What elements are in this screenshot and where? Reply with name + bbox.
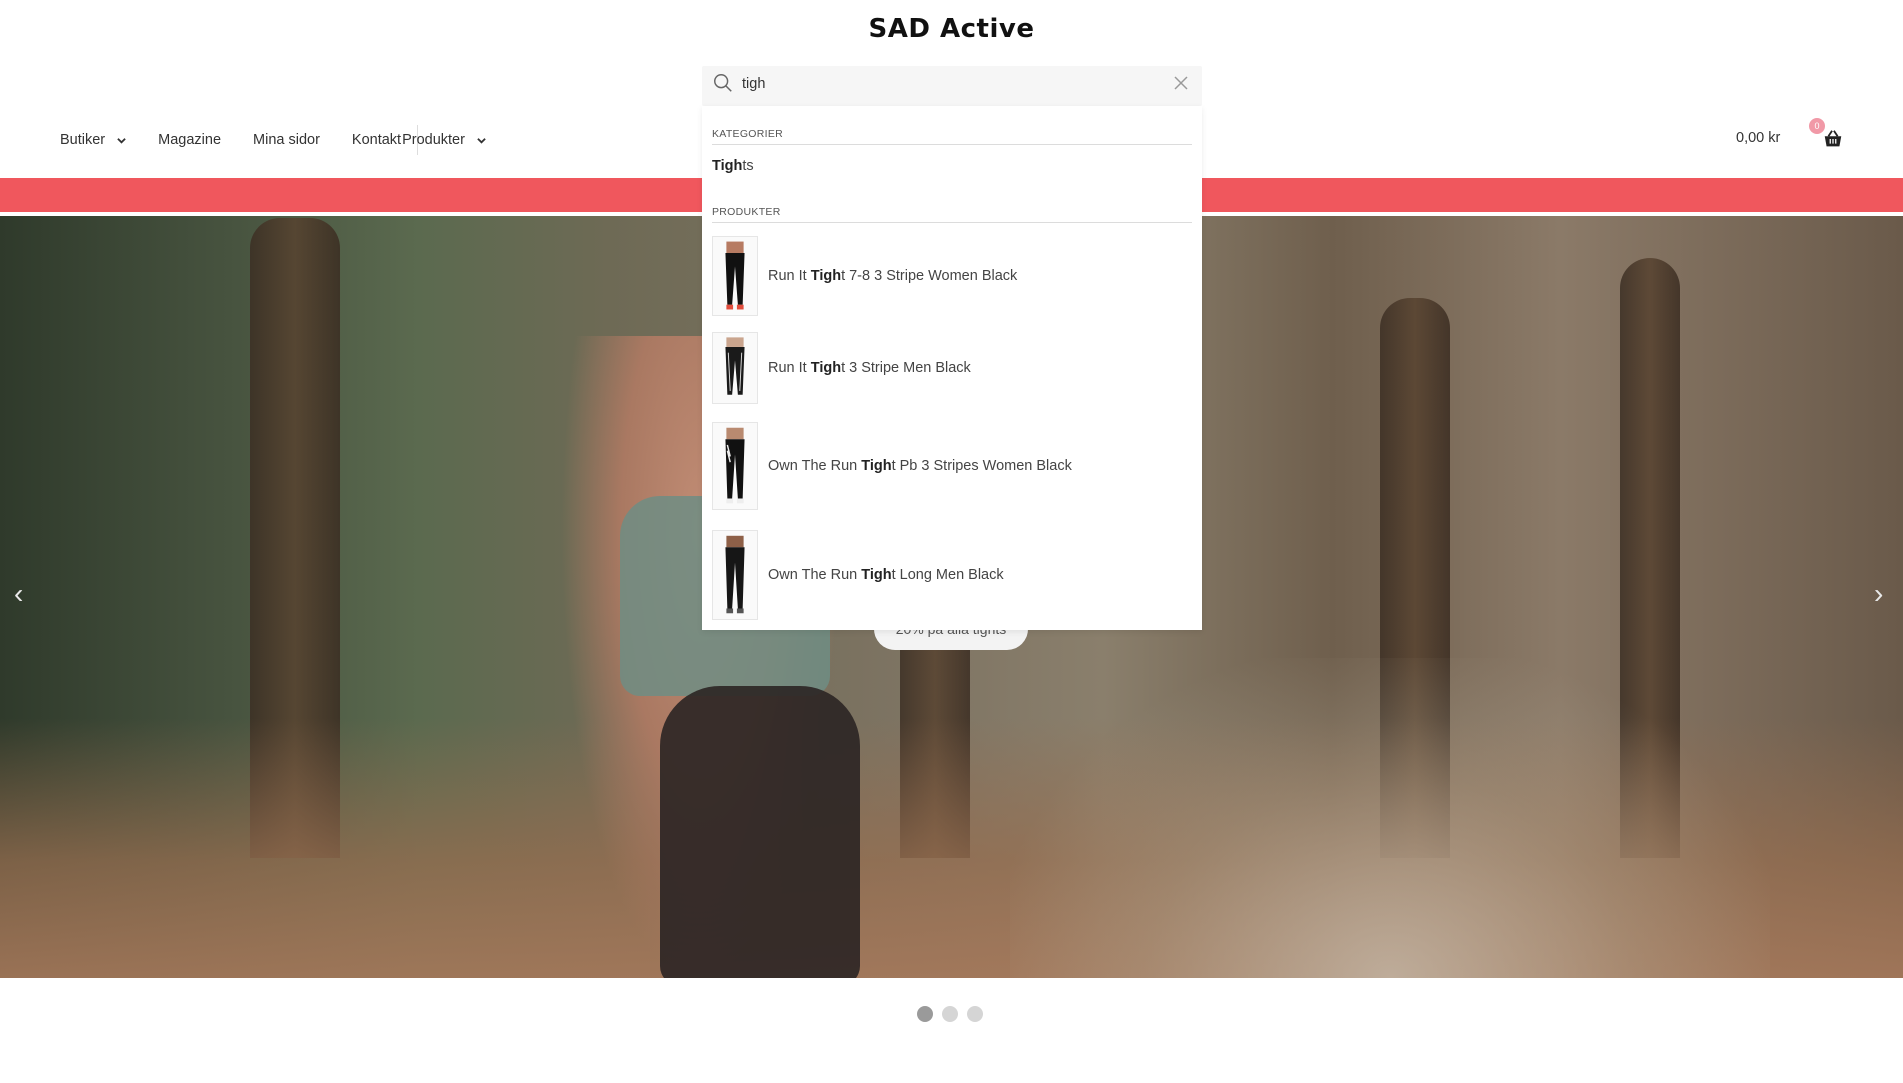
nav-item-butiker[interactable]: Butiker: [60, 132, 126, 148]
search-input[interactable]: [742, 72, 1162, 96]
match-highlight: Tigh: [712, 158, 743, 174]
product-result[interactable]: Run It Tight 3 Stripe Men Black: [712, 332, 971, 404]
product-label: Run It Tight 7-8 3 Stripe Women Black: [768, 268, 1017, 284]
label-part: t Pb 3 Stripes Women Black: [891, 458, 1072, 474]
label-part: Own The Run: [768, 458, 862, 474]
product-thumbnail: [712, 332, 758, 404]
product-label: Own The Run Tight Long Men Black: [768, 567, 1004, 583]
slider-dots: [917, 1006, 992, 1022]
label-part: t 3 Stripe Men Black: [841, 360, 971, 376]
section-divider: [712, 222, 1192, 223]
product-thumbnail: [712, 236, 758, 316]
match-highlight: Tigh: [861, 458, 892, 474]
category-result-tights[interactable]: Tights: [712, 158, 754, 174]
nav-label: Butiker: [60, 132, 106, 148]
slider-prev-arrow-icon[interactable]: ‹: [14, 578, 23, 610]
nav-label: Magazine: [158, 132, 222, 148]
slider-dot-2[interactable]: [942, 1006, 958, 1022]
product-thumbnail: [712, 422, 758, 510]
label-part: Run It: [768, 268, 811, 284]
search-icon: [714, 74, 732, 92]
product-label: Own The Run Tight Pb 3 Stripes Women Bla…: [768, 458, 1072, 474]
product-label: Run It Tight 3 Stripe Men Black: [768, 360, 971, 376]
chevron-down-icon: [477, 137, 486, 144]
match-highlight: Tigh: [810, 360, 842, 376]
product-result[interactable]: Run It Tight 7-8 3 Stripe Women Black: [712, 236, 1017, 316]
main-nav: Butiker Magazine Mina sidor Kontakt Prod…: [60, 125, 486, 155]
chevron-down-icon: [117, 137, 126, 144]
nav-label: Kontakt: [351, 132, 402, 148]
slider-next-arrow-icon[interactable]: ›: [1874, 578, 1883, 610]
products-heading: PRODUKTER: [712, 206, 781, 218]
nav-label: Mina sidor: [253, 132, 320, 148]
section-divider: [712, 144, 1192, 145]
match-highlight: Tigh: [861, 567, 892, 583]
close-icon[interactable]: [1172, 74, 1190, 92]
nav-label: Produkter: [402, 132, 465, 148]
search-results-dropdown: KATEGORIER Tights PRODUKTER Run It Tight…: [702, 106, 1202, 630]
basket-icon[interactable]: [1822, 128, 1844, 150]
label-part: t Long Men Black: [891, 567, 1004, 583]
label-part: Run It: [768, 360, 811, 376]
hero-path: [1010, 658, 1770, 978]
cart-total[interactable]: 0,00 kr: [1736, 130, 1780, 146]
product-thumbnail: [712, 530, 758, 620]
product-result[interactable]: Own The Run Tight Pb 3 Stripes Women Bla…: [712, 422, 1072, 510]
match-highlight: Tigh: [810, 268, 842, 284]
label-part: t 7-8 3 Stripe Women Black: [841, 268, 1018, 284]
hero-runner-legs: [660, 686, 860, 978]
category-label: ts: [742, 158, 754, 174]
nav-item-kontakt[interactable]: Kontakt: [352, 132, 401, 148]
product-result[interactable]: Own The Run Tight Long Men Black: [712, 530, 1004, 620]
categories-heading: KATEGORIER: [712, 128, 784, 140]
slider-dot-3[interactable]: [967, 1006, 983, 1022]
nav-item-produkter[interactable]: Produkter: [402, 132, 486, 148]
slider-dot-1[interactable]: [917, 1006, 933, 1022]
label-part: Own The Run: [768, 567, 862, 583]
site-logo[interactable]: SAD Active: [0, 14, 1903, 44]
nav-item-magazine[interactable]: Magazine: [158, 132, 221, 148]
nav-item-mina-sidor[interactable]: Mina sidor: [253, 132, 320, 148]
